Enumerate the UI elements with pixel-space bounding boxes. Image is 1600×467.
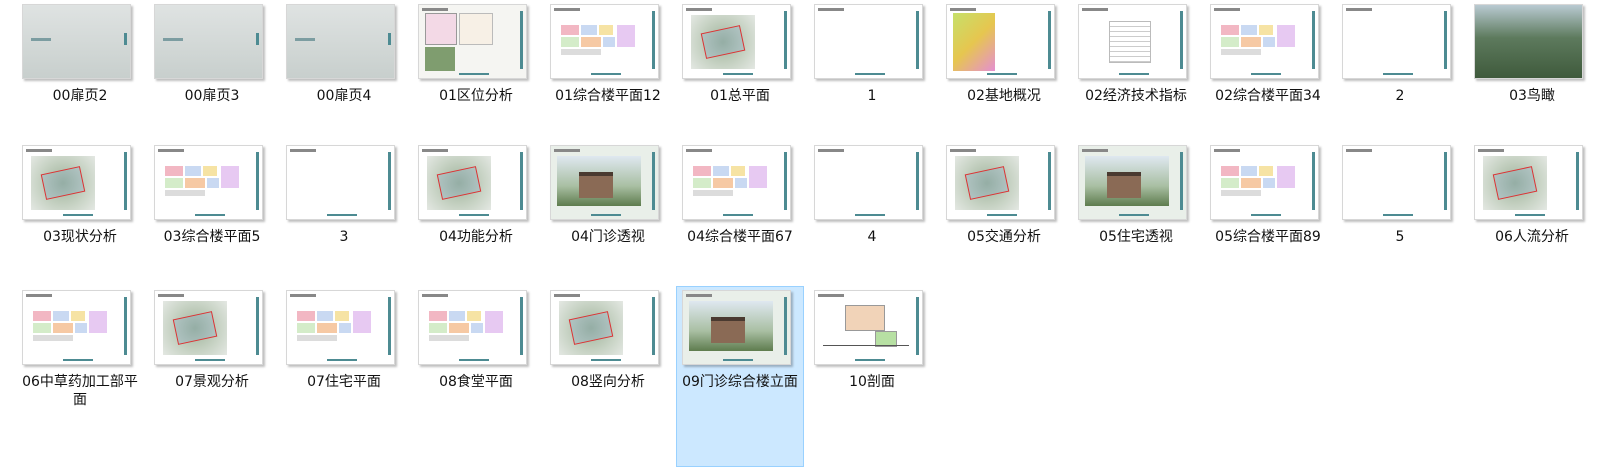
file-name-label: 07景观分析	[175, 374, 249, 390]
file-item[interactable]: 04门诊透视	[544, 141, 672, 286]
file-name-label: 00扉页3	[184, 88, 240, 104]
file-name-label: 03鸟瞰	[1509, 88, 1555, 104]
file-name-label: 01综合楼平面12	[555, 88, 661, 104]
file-item[interactable]: 03现状分析	[16, 141, 144, 286]
file-name-label: 02经济技术指标	[1085, 88, 1187, 104]
file-name-label: 02综合楼平面34	[1215, 88, 1321, 104]
file-item[interactable]: 02经济技术指标	[1072, 0, 1200, 141]
file-thumbnail	[1474, 145, 1583, 220]
file-name-label: 05交通分析	[967, 229, 1041, 245]
file-thumbnail	[1078, 4, 1187, 79]
file-item[interactable]: 2	[1336, 0, 1464, 141]
file-name-label: 07住宅平面	[307, 374, 381, 390]
file-name-label: 08竖向分析	[571, 374, 645, 390]
file-item[interactable]: 05住宅透视	[1072, 141, 1200, 286]
file-name-label: 10剖面	[849, 374, 895, 390]
file-thumbnail	[418, 290, 527, 365]
file-thumbnail	[946, 145, 1055, 220]
file-name-label: 2	[1395, 88, 1405, 104]
file-item[interactable]: 04综合楼平面67	[676, 141, 804, 286]
file-thumbnail	[550, 4, 659, 79]
file-item[interactable]: 05交通分析	[940, 141, 1068, 286]
file-item[interactable]: 08食堂平面	[412, 286, 540, 467]
file-thumbnail	[682, 4, 791, 79]
file-name-label: 5	[1395, 229, 1405, 245]
file-item[interactable]: 08竖向分析	[544, 286, 672, 467]
file-item[interactable]: 02综合楼平面34	[1204, 0, 1332, 141]
file-name-label: 09门诊综合楼立面	[682, 374, 798, 390]
file-item[interactable]: 04功能分析	[412, 141, 540, 286]
file-thumbnail	[1210, 4, 1319, 79]
file-name-label: 06中草药加工部平面	[22, 374, 138, 408]
file-name-label: 03现状分析	[43, 229, 117, 245]
file-name-label: 04门诊透视	[571, 229, 645, 245]
file-thumbnail	[814, 145, 923, 220]
file-thumbnail	[1474, 4, 1583, 79]
file-item[interactable]: 01总平面	[676, 0, 804, 141]
file-thumbnail	[1078, 145, 1187, 220]
file-item[interactable]: 5	[1336, 141, 1464, 286]
file-thumbnail	[1342, 145, 1451, 220]
file-thumbnail	[154, 290, 263, 365]
file-item[interactable]: 07住宅平面	[280, 286, 408, 467]
file-name-label: 02基地概况	[967, 88, 1041, 104]
file-thumbnail	[154, 145, 263, 220]
file-name-label: 05住宅透视	[1099, 229, 1173, 245]
file-item[interactable]: 05综合楼平面89	[1204, 141, 1332, 286]
file-name-label: 04功能分析	[439, 229, 513, 245]
file-item[interactable]: 06人流分析	[1468, 141, 1596, 286]
file-item[interactable]: 02基地概况	[940, 0, 1068, 141]
file-thumbnail	[286, 290, 395, 365]
file-thumbnail	[682, 145, 791, 220]
file-item[interactable]: 03综合楼平面5	[148, 141, 276, 286]
file-thumbnail	[418, 145, 527, 220]
file-item[interactable]: 00扉页4	[280, 0, 408, 141]
file-name-label: 06人流分析	[1495, 229, 1569, 245]
file-thumbnail	[550, 290, 659, 365]
file-name-label: 01区位分析	[439, 88, 513, 104]
file-thumbnail	[418, 4, 527, 79]
file-name-label: 4	[867, 229, 877, 245]
file-item[interactable]: 3	[280, 141, 408, 286]
file-item[interactable]: 01区位分析	[412, 0, 540, 141]
file-name-label: 04综合楼平面67	[687, 229, 793, 245]
file-thumbnail	[286, 4, 395, 79]
file-item[interactable]: 06中草药加工部平面	[16, 286, 144, 467]
file-name-label: 1	[867, 88, 877, 104]
file-name-label: 03综合楼平面5	[163, 229, 261, 245]
file-thumbnail	[22, 290, 131, 365]
file-item[interactable]: 01综合楼平面12	[544, 0, 672, 141]
file-item[interactable]: 4	[808, 141, 936, 286]
file-item[interactable]: 00扉页3	[148, 0, 276, 141]
file-thumbnail	[1342, 4, 1451, 79]
file-item[interactable]: 00扉页2	[16, 0, 144, 141]
file-thumbnail	[550, 145, 659, 220]
file-item[interactable]: 07景观分析	[148, 286, 276, 467]
file-name-label: 08食堂平面	[439, 374, 513, 390]
file-thumbnail	[22, 4, 131, 79]
file-grid: 00扉页2 00扉页3 00扉页4 01区位分析 01综合楼平面12 01总平面 1 02基地…	[0, 0, 1600, 467]
file-item[interactable]: 1	[808, 0, 936, 141]
file-thumbnail	[946, 4, 1055, 79]
file-thumbnail	[814, 290, 923, 365]
file-thumbnail	[814, 4, 923, 79]
file-name-label: 00扉页2	[52, 88, 108, 104]
file-item[interactable]: 03鸟瞰	[1468, 0, 1596, 141]
file-thumbnail	[1210, 145, 1319, 220]
file-name-label: 01总平面	[710, 88, 770, 104]
file-item[interactable]: 10剖面	[808, 286, 936, 467]
file-name-label: 3	[339, 229, 349, 245]
file-name-label: 00扉页4	[316, 88, 372, 104]
file-name-label: 05综合楼平面89	[1215, 229, 1321, 245]
file-thumbnail	[286, 145, 395, 220]
file-item[interactable]: 09门诊综合楼立面	[676, 286, 804, 467]
file-thumbnail	[154, 4, 263, 79]
file-thumbnail	[682, 290, 791, 365]
file-thumbnail	[22, 145, 131, 220]
